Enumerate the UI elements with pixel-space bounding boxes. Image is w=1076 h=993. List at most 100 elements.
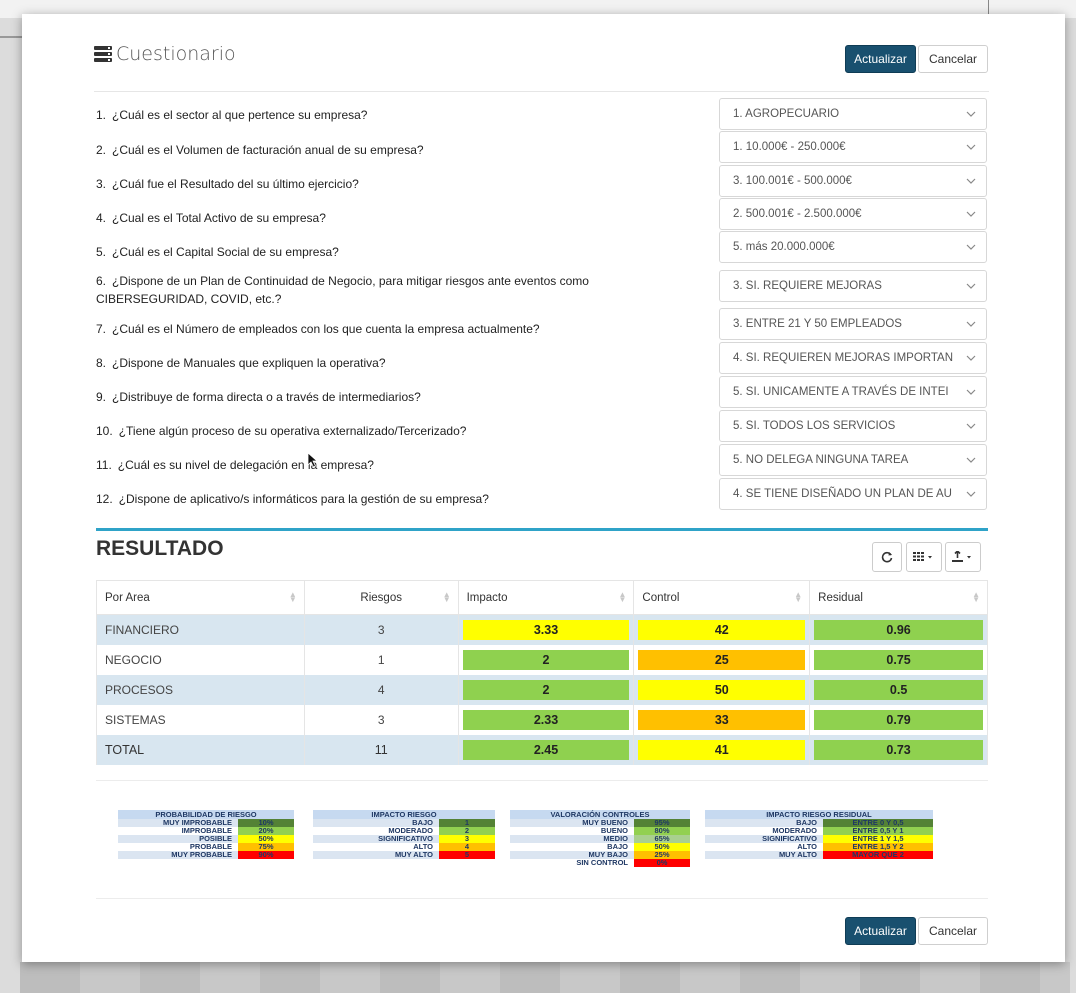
answer-select[interactable]: 4. SE TIENE DISEÑADO UN PLAN DE AU [719, 478, 987, 510]
mouse-cursor-icon [307, 452, 319, 468]
answer-select[interactable]: 5. NO DELEGA NINGUNA TAREA [719, 444, 987, 476]
update-button-bottom[interactable]: Actualizar [845, 917, 916, 945]
area-cell: FINANCIERO [96, 614, 305, 645]
answer-value: 4. SI. REQUIEREN MEJORAS IMPORTAN [733, 352, 954, 364]
chevron-down-icon [964, 132, 978, 162]
question-label: ¿Tiene algún proceso de su operativa ext… [118, 424, 467, 438]
answer-value: 3. ENTRE 21 Y 50 EMPLEADOS [733, 318, 902, 330]
question-label: ¿Dispone de un Plan de Continuidad de Ne… [112, 274, 589, 288]
answer-value: 5. más 20.000.000€ [733, 241, 835, 253]
riesgos-cell: 1 [303, 644, 459, 675]
columns-button[interactable] [906, 542, 942, 572]
answer-select[interactable]: 2. 500.001€ - 2.500.000€ [719, 198, 987, 230]
impacto-cell: 2.45 [457, 734, 635, 765]
chevron-down-icon [964, 411, 978, 441]
impacto-cell: 2 [457, 644, 635, 675]
question-label-cont: CIBERSEGURIDAD, COVID, etc.? [96, 292, 282, 306]
question-text: 8. ¿Dispone de Manuales que expliquen la … [96, 356, 386, 370]
control-cell: 33 [633, 704, 811, 735]
export-button[interactable] [945, 542, 981, 572]
residual-value: 0.73 [814, 739, 983, 760]
residual-cell: 0.5 [809, 674, 988, 705]
result-table: Por Area ▲ ▼ Riesgos ▲ ▼ Impacto ▲ ▼ Control ▲ ▼… [96, 580, 988, 765]
control-cell: 42 [633, 614, 811, 645]
question-text: 7. ¿Cuál es el Número de empleados con lo… [96, 322, 540, 336]
impacto-value: 2 [462, 679, 630, 700]
result-divider [96, 528, 988, 531]
answer-select[interactable]: 1. 10.000€ - 250.000€ [719, 131, 987, 163]
control-value: 50 [638, 679, 806, 700]
answer-value: 5. SI. TODOS LOS SERVICIOS [733, 420, 896, 432]
server-icon [94, 46, 112, 62]
question-label: ¿Cuál es el Volumen de facturación anual… [112, 143, 424, 157]
impacto-cell: 3.33 [457, 614, 635, 645]
answer-value: 1. AGROPECUARIO [733, 108, 840, 120]
result-title: RESULTADO [96, 537, 224, 560]
impacto-cell: 2.33 [457, 704, 635, 735]
chevron-down-icon [964, 377, 978, 407]
impacto-value: 2.33 [462, 709, 630, 730]
answer-select[interactable]: 5. SI. UNICAMENTE A TRAVÉS DE INTEI [719, 376, 987, 408]
question-label: ¿Dispone de aplicativo/s informáticos pa… [118, 492, 489, 506]
update-button-top[interactable]: Actualizar [845, 45, 916, 73]
legend-value: 0% [634, 859, 690, 867]
residual-cell: 0.96 [809, 614, 988, 645]
question-text: 10. ¿Tiene algún proceso de su operativa … [96, 424, 466, 438]
legend-label: MUY ALTO [313, 851, 439, 859]
question-text: 12. ¿Dispone de aplicativo/s informáticos… [96, 492, 489, 506]
residual-value: 0.5 [814, 679, 983, 700]
question-text: 5. ¿Cuál es el Capital Social de su empre… [96, 245, 339, 259]
answer-value: 5. SI. UNICAMENTE A TRAVÉS DE INTEI [733, 386, 949, 398]
question-number: 6. [96, 274, 107, 288]
question-number: 12. [96, 492, 113, 506]
control-value: 33 [638, 709, 806, 730]
legend-label: MUY PROBABLE [118, 851, 238, 859]
residual-value: 0.79 [814, 709, 983, 730]
question-label: ¿Distribuye de forma directa o a través … [112, 390, 421, 404]
question-text: 11. ¿Cuál es su nivel de delegación en la… [96, 458, 374, 472]
impacto-value: 3.33 [462, 619, 630, 640]
question-text: 4. ¿Cual es el Total Activo de su empresa… [96, 211, 326, 225]
answer-value: 5. NO DELEGA NINGUNA TAREA [733, 454, 909, 466]
legend-row: MUY ALTO 5 [313, 851, 495, 859]
cancel-button-top[interactable]: Cancelar [918, 45, 988, 73]
residual-cell: 0.75 [809, 644, 988, 675]
answer-value: 3. 100.001€ - 500.000€ [733, 175, 852, 187]
answer-select[interactable]: 3. 100.001€ - 500.000€ [719, 165, 987, 197]
col-header-area[interactable]: Por Area ▲ ▼ [96, 580, 305, 615]
answer-select[interactable]: 5. SI. TODOS LOS SERVICIOS [719, 410, 987, 442]
answer-select[interactable]: 3. ENTRE 21 Y 50 EMPLEADOS [719, 308, 987, 340]
chevron-down-icon [964, 309, 978, 339]
col-header-control[interactable]: Control ▲ ▼ [633, 580, 811, 615]
question-number: 1. [96, 108, 107, 122]
legend-label: MUY ALTO [705, 851, 823, 859]
answer-select[interactable]: 3. SI. REQUIERE MEJORAS [719, 270, 987, 302]
area-cell: NEGOCIO [96, 644, 305, 675]
cancel-button-bottom[interactable]: Cancelar [918, 917, 988, 945]
answer-select[interactable]: 1. AGROPECUARIO [719, 98, 987, 130]
answer-select[interactable]: 4. SI. REQUIEREN MEJORAS IMPORTAN [719, 342, 987, 374]
impacto-cell: 2 [457, 674, 635, 705]
col-header-impacto[interactable]: Impacto ▲ ▼ [457, 580, 635, 615]
question-label: ¿Cuál es el Capital Social de su empresa… [112, 245, 339, 259]
answer-value: 4. SE TIENE DISEÑADO UN PLAN DE AU [733, 488, 952, 500]
col-header-residual[interactable]: Residual ▲ ▼ [809, 580, 988, 615]
answer-select[interactable]: 5. más 20.000.000€ [719, 231, 987, 263]
refresh-button[interactable] [872, 542, 902, 572]
area-cell: TOTAL [96, 734, 305, 765]
legend-label: SIN CONTROL [510, 859, 634, 867]
question-label: ¿Cuál es su nivel de delegación en la em… [117, 458, 374, 472]
impacto-value: 2 [462, 649, 630, 670]
col-header-riesgos[interactable]: Riesgos ▲ ▼ [303, 580, 459, 615]
question-number: 9. [96, 390, 107, 404]
table-row: FINANCIERO 3 3.33 42 0.96 [96, 614, 988, 645]
area-cell: SISTEMAS [96, 704, 305, 735]
question-text: 1. ¿Cuál es el sector al que pertence su … [96, 108, 367, 122]
control-cell: 41 [633, 734, 811, 765]
question-number: 5. [96, 245, 107, 259]
question-number: 11. [96, 458, 112, 472]
legend-value: 5 [439, 851, 495, 859]
question-text: 3. ¿Cuál fue el Resultado del su último e… [96, 177, 359, 191]
riesgos-cell: 3 [303, 614, 459, 645]
table-row: PROCESOS 4 2 50 0.5 [96, 674, 988, 705]
